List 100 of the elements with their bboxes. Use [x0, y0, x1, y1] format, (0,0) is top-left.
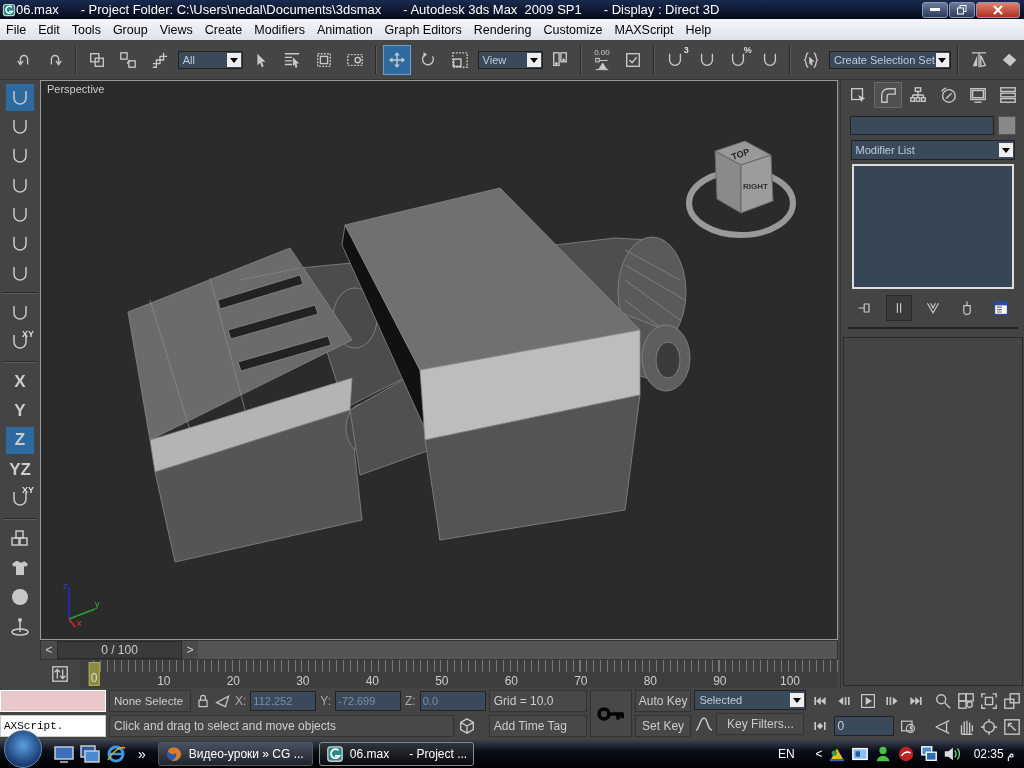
frame-number: 80 — [643, 674, 657, 688]
taskbar-button[interactable]: Видео-уроки » CG ... — [157, 742, 313, 766]
language-indicator[interactable]: EN — [777, 747, 795, 761]
rows-icon — [998, 86, 1017, 104]
tangent-icon — [694, 714, 715, 734]
app-spiral-icon — [2, 2, 16, 17]
close-button[interactable] — [976, 1, 1020, 18]
viewport-label[interactable]: Perspective — [47, 83, 105, 95]
snap-button[interactable]: YZ — [6, 455, 34, 484]
key-set-dropdown[interactable]: Selected — [694, 690, 807, 710]
browser-launch-button[interactable] — [106, 744, 126, 764]
taskbar-button[interactable]: 06.max - Project ... — [318, 742, 474, 766]
zoom-extents-icon — [980, 692, 999, 710]
axis-label: z — [63, 581, 68, 591]
menu-item[interactable]: Tools — [65, 22, 107, 37]
network-icon — [919, 745, 938, 763]
window-title: - Autodesk 3ds Max 2009 SP1 — [403, 2, 582, 17]
key-mode-toggle-icon — [51, 665, 69, 683]
cube-face-label: TOP — [730, 146, 751, 162]
frame-number: 50 — [435, 674, 449, 688]
zoom-icon — [934, 692, 953, 710]
panel-tab[interactable] — [873, 82, 902, 108]
toolbar-button[interactable]: % — [724, 44, 752, 75]
restore-button[interactable] — [949, 1, 975, 18]
box-outline-icon — [458, 717, 476, 735]
slider-icon — [594, 56, 609, 71]
more-button[interactable]: » — [138, 746, 146, 762]
snap-button[interactable] — [6, 84, 34, 112]
frame-number: 40 — [365, 674, 379, 688]
menu-item[interactable]: Views — [153, 22, 199, 37]
modifier-list-dropdown[interactable]: Modifier List — [850, 140, 1015, 160]
speaker-icon — [942, 745, 961, 763]
window-title: - Project Folder: C:\Users\nedal\Documents\3dsmax — [80, 2, 382, 17]
modifier-stack[interactable] — [851, 164, 1014, 289]
set-key-button[interactable]: Set Key — [634, 715, 692, 737]
current-frame-marker: 0 — [88, 662, 100, 686]
snap-button[interactable]: X — [6, 367, 34, 396]
dotted-square-icon — [314, 50, 333, 69]
bent-pipe-icon — [878, 86, 897, 104]
app-spiral-icon — [325, 745, 344, 763]
previous-frame-button[interactable]: < — [41, 641, 57, 659]
minimize-icon — [930, 7, 940, 12]
show-desktop-button[interactable] — [54, 744, 74, 764]
frame-field[interactable]: 0 — [834, 716, 895, 736]
menu-item[interactable]: Modifiers — [248, 22, 311, 37]
menu-item[interactable]: Help — [679, 22, 718, 37]
color-swatch[interactable] — [997, 116, 1016, 135]
dropdown[interactable]: View — [477, 50, 543, 69]
axis-label: Y: — [320, 694, 332, 708]
menu-item[interactable]: Graph Editors — [378, 22, 468, 37]
switch-windows-button[interactable] — [80, 744, 100, 764]
snap-button[interactable]: XY — [6, 485, 34, 513]
auto-key-button[interactable]: Auto Key — [634, 690, 692, 712]
track-bar[interactable]: 0 10 20 30 40 50 60 70 80 90 100 — [80, 660, 838, 688]
toolbar-button[interactable]: 0.00 — [588, 44, 616, 75]
menu-item[interactable]: Rendering — [467, 22, 538, 37]
menu-item[interactable]: Create — [198, 22, 249, 37]
add-time-tag-button[interactable]: Add Time Tag — [488, 715, 587, 737]
show-hidden-icons-button[interactable]: < — [815, 747, 823, 761]
sphere-icon — [10, 586, 30, 607]
stack-button[interactable] — [885, 295, 912, 321]
window-title: - Display : Direct 3D — [603, 2, 720, 17]
disc-icon — [896, 745, 915, 763]
menu-item[interactable]: Animation — [311, 22, 379, 37]
menu-item[interactable]: Edit — [32, 22, 66, 37]
cube-face-label: RIGHT — [743, 182, 768, 191]
braces-icon — [802, 50, 821, 69]
frame-number: 70 — [574, 674, 588, 688]
frame-number: 60 — [504, 674, 518, 688]
time-slider[interactable]: < 0 / 100 > — [40, 640, 838, 660]
axis-label: y — [95, 599, 100, 609]
menu-item[interactable]: Group — [106, 22, 154, 37]
snap-button[interactable]: XY — [6, 328, 34, 356]
mirror-icon — [969, 50, 988, 69]
monitor-icon — [968, 86, 987, 104]
listener-output-field[interactable] — [0, 690, 106, 712]
listener-input-field[interactable]: AXScript. — [0, 715, 106, 737]
snap-button[interactable]: Z — [6, 426, 34, 454]
time-config-icon — [900, 718, 917, 734]
link-icon — [87, 50, 106, 69]
name-field[interactable] — [849, 116, 994, 135]
cube-stack-icon — [1003, 692, 1022, 710]
browser-e-icon — [106, 744, 126, 764]
menu-item[interactable]: MAXScript — [608, 22, 680, 37]
toolbar-button[interactable] — [382, 44, 411, 75]
menu-item[interactable]: File — [0, 22, 33, 37]
start-button[interactable] — [4, 730, 42, 768]
axis-label: X: — [235, 694, 247, 708]
viewport[interactable]: Perspective TOP RIGHT z y x — [40, 80, 838, 640]
selection-info: None Selecte — [109, 690, 191, 712]
snap-button[interactable]: Y — [6, 397, 34, 425]
key-filters-button[interactable]: Key Filters... — [716, 713, 805, 735]
toolbar-button[interactable]: 3 — [661, 44, 689, 75]
minimize-button[interactable] — [922, 1, 948, 18]
dropdown[interactable]: All — [177, 50, 243, 69]
menu-item[interactable]: Customize — [537, 22, 609, 37]
axis-label: x — [77, 618, 82, 628]
next-frame-button[interactable]: > — [182, 641, 198, 659]
time-slider-thumb[interactable]: 0 / 100 — [57, 641, 182, 659]
dropdown[interactable]: Create Selection Set — [828, 50, 951, 69]
